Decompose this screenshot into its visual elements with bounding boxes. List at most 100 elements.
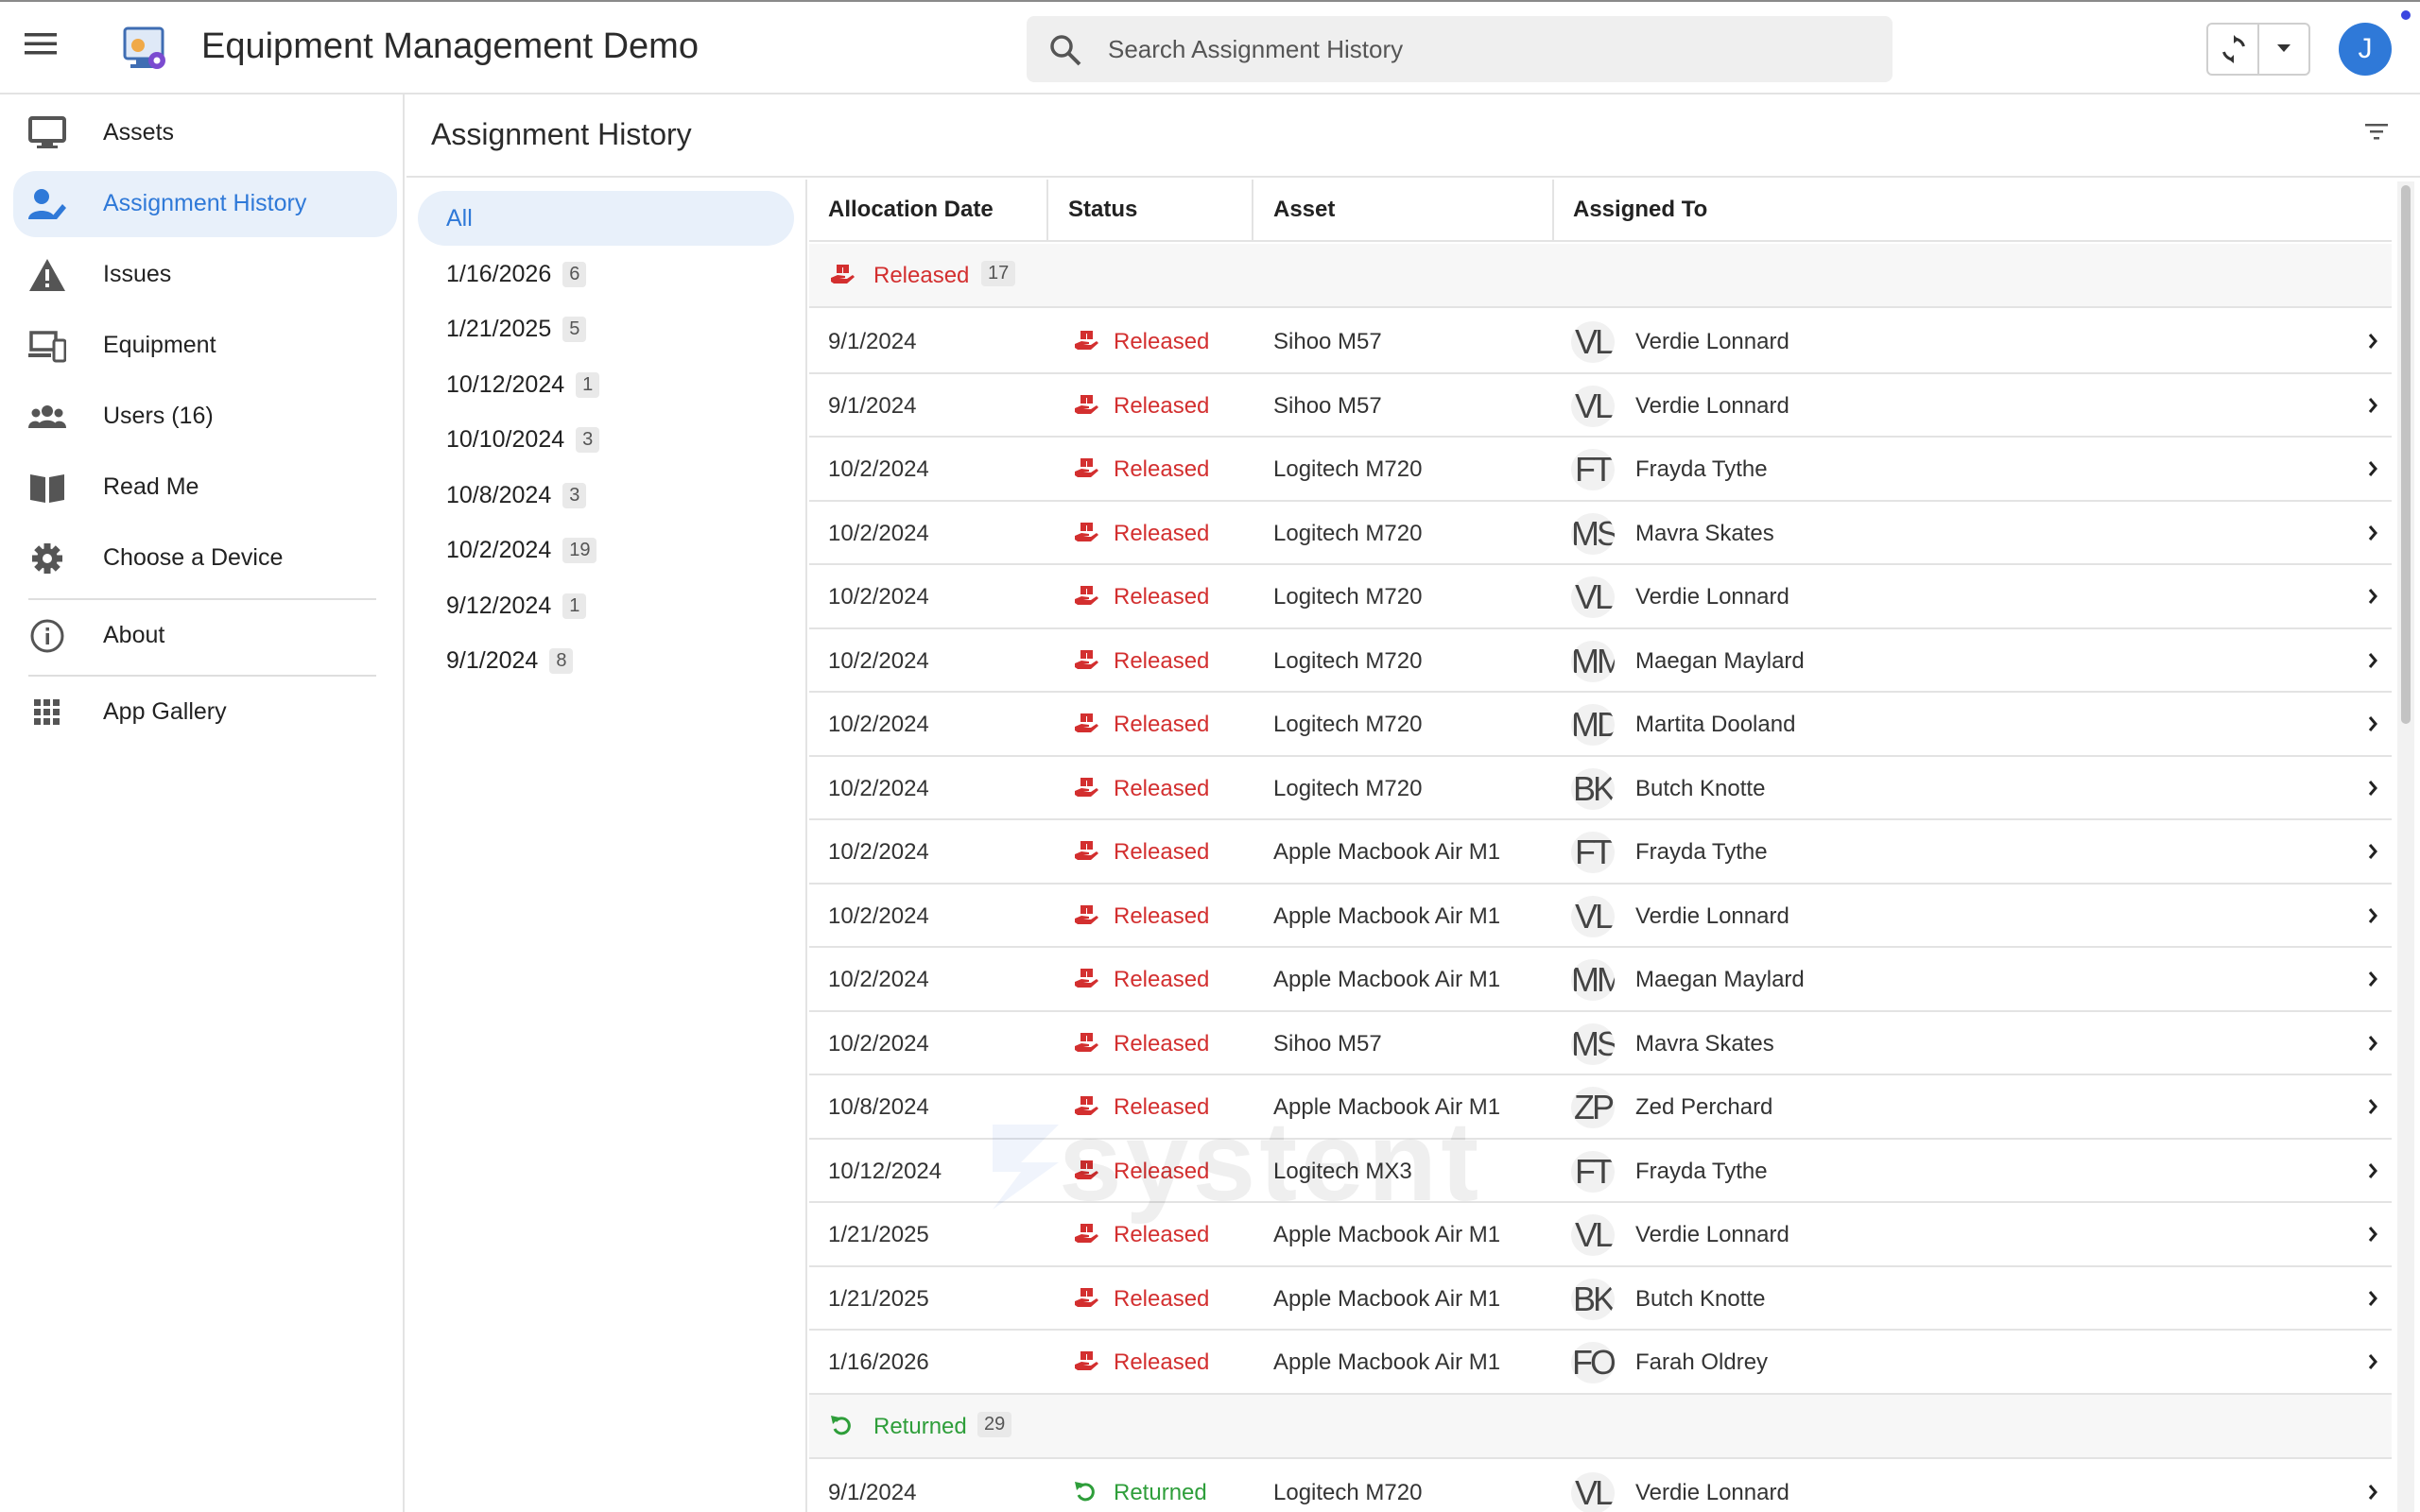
page-title: Assignment History bbox=[431, 117, 692, 151]
released-icon bbox=[1074, 776, 1098, 799]
chevron-right-icon[interactable] bbox=[2367, 333, 2378, 350]
table-header: Allocation Date Status Asset Assigned To bbox=[809, 180, 2392, 242]
asset-cell: Logitech MX3 bbox=[1273, 1158, 1412, 1184]
assigned-to-cell: Verdie Lonnard bbox=[1635, 584, 1789, 610]
group-item[interactable]: 1/16/2026 6 bbox=[418, 247, 794, 301]
assignment-table: Allocation Date Status Asset Assigned To… bbox=[809, 180, 2392, 1512]
sidebar-item-equipment[interactable]: Equipment bbox=[13, 313, 397, 379]
sidebar-item-issues[interactable]: Issues bbox=[13, 242, 397, 308]
column-header-status[interactable]: Status bbox=[1068, 197, 1137, 223]
status-group-header[interactable]: Returned 29 bbox=[809, 1394, 2392, 1459]
group-item[interactable]: 9/1/2024 8 bbox=[418, 633, 794, 688]
table-scrollbar[interactable] bbox=[2397, 181, 2414, 1512]
search-input[interactable] bbox=[1108, 16, 1864, 82]
group-item-all[interactable]: All bbox=[418, 191, 794, 246]
column-header-asset[interactable]: Asset bbox=[1273, 197, 1335, 223]
group-item[interactable]: 9/12/2024 1 bbox=[418, 578, 794, 633]
table-row[interactable]: 10/2/2024 Released Apple Macbook Air M1 VL V… bbox=[809, 885, 2392, 948]
chevron-right-icon[interactable] bbox=[2367, 1226, 2378, 1243]
app-title: Equipment Management Demo bbox=[201, 26, 699, 66]
returned-icon bbox=[830, 1414, 853, 1436]
chevron-right-icon[interactable] bbox=[2367, 907, 2378, 924]
table-row[interactable]: 1/16/2026 Released Apple Macbook Air M1 FO F… bbox=[809, 1331, 2392, 1395]
chevron-right-icon[interactable] bbox=[2367, 524, 2378, 541]
group-item[interactable]: 10/12/2024 1 bbox=[418, 357, 794, 412]
released-icon bbox=[1074, 329, 1098, 352]
assigned-to-cell: Maegan Maylard bbox=[1635, 647, 1805, 674]
column-header-date[interactable]: Allocation Date bbox=[828, 197, 994, 223]
group-item[interactable]: 1/21/2025 5 bbox=[418, 301, 794, 356]
chevron-right-icon[interactable] bbox=[2367, 1162, 2378, 1179]
hamburger-menu-icon[interactable] bbox=[25, 30, 72, 68]
scrollbar-thumb[interactable] bbox=[2401, 185, 2411, 724]
table-row[interactable]: 10/2/2024 Released Logitech M720 MM Maegan M… bbox=[809, 629, 2392, 693]
chevron-right-icon[interactable] bbox=[2367, 843, 2378, 860]
chevron-right-icon[interactable] bbox=[2367, 1353, 2378, 1370]
chevron-right-icon[interactable] bbox=[2367, 1035, 2378, 1052]
user-avatar[interactable]: J bbox=[2339, 23, 2392, 76]
asset-cell: Apple Macbook Air M1 bbox=[1273, 967, 1501, 992]
released-icon bbox=[1074, 1159, 1098, 1181]
sidebar-item-assets[interactable]: Assets bbox=[13, 100, 397, 166]
table-row[interactable]: 9/1/2024 Released Sihoo M57 VL Verdie Lonnar… bbox=[809, 374, 2392, 438]
chevron-right-icon[interactable] bbox=[2367, 971, 2378, 988]
status-cell: Returned bbox=[1114, 1479, 1207, 1505]
sidebar-item-label: Users (16) bbox=[103, 403, 214, 429]
table-row[interactable]: 10/2/2024 Released Logitech M720 FT Frayda T… bbox=[809, 438, 2392, 502]
table-row[interactable]: 10/2/2024 Released Logitech M720 MD Martita … bbox=[809, 693, 2392, 757]
table-row[interactable]: 10/2/2024 Released Logitech M720 VL Verdie L… bbox=[809, 565, 2392, 629]
chevron-right-icon[interactable] bbox=[2367, 652, 2378, 669]
table-row[interactable]: 10/8/2024 Released Apple Macbook Air M1 ZP Z… bbox=[809, 1075, 2392, 1140]
released-icon bbox=[1074, 584, 1098, 607]
sidebar-item-about[interactable]: About bbox=[13, 603, 397, 669]
notification-dot bbox=[2401, 10, 2411, 20]
group-item[interactable]: 10/2/2024 19 bbox=[418, 523, 794, 577]
chevron-right-icon[interactable] bbox=[2367, 460, 2378, 477]
chevron-right-icon[interactable] bbox=[2367, 1290, 2378, 1307]
sidebar-item-choose-device[interactable]: Choose a Device bbox=[13, 525, 397, 592]
sidebar-item-label: Choose a Device bbox=[103, 544, 284, 571]
sidebar-item-app-gallery[interactable]: App Gallery bbox=[13, 679, 397, 746]
filter-icon[interactable] bbox=[2363, 121, 2401, 153]
chevron-right-icon[interactable] bbox=[2367, 780, 2378, 797]
sidebar-item-assignment-history[interactable]: Assignment History bbox=[13, 171, 397, 237]
table-row[interactable]: 10/2/2024 Released Logitech M720 BK Butch Kn… bbox=[809, 757, 2392, 820]
table-row[interactable]: 10/2/2024 Released Apple Macbook Air M1 MM M… bbox=[809, 948, 2392, 1012]
table-row[interactable]: 1/21/2025 Released Apple Macbook Air M1 VL V… bbox=[809, 1203, 2392, 1267]
sync-button[interactable] bbox=[2208, 25, 2259, 74]
table-row[interactable]: 10/12/2024 Released Logitech MX3 FT Frayda T… bbox=[809, 1140, 2392, 1203]
sidebar-item-read-me[interactable]: Read Me bbox=[13, 455, 397, 521]
group-item[interactable]: 10/8/2024 3 bbox=[418, 468, 794, 523]
status-group-header[interactable]: Released 17 bbox=[809, 244, 2392, 308]
chevron-right-icon[interactable] bbox=[2367, 1484, 2378, 1501]
chevron-right-icon[interactable] bbox=[2367, 588, 2378, 605]
column-header-assigned-to[interactable]: Assigned To bbox=[1573, 197, 1707, 223]
assigned-to-cell: Zed Perchard bbox=[1635, 1094, 1773, 1120]
assigned-to-cell: Verdie Lonnard bbox=[1635, 902, 1789, 929]
asset-cell: Apple Macbook Air M1 bbox=[1273, 1222, 1501, 1247]
chevron-right-icon[interactable] bbox=[2367, 715, 2378, 732]
count-badge: 19 bbox=[562, 538, 597, 563]
users-icon bbox=[28, 405, 66, 428]
table-row[interactable]: 9/1/2024 Returned Logitech M720 VL Verdie Lo… bbox=[809, 1461, 2392, 1512]
assigned-to-cell: Verdie Lonnard bbox=[1635, 392, 1789, 419]
date-group-list: All 1/16/2026 6 1/21/2025 5 10/12/2024 1 10… bbox=[406, 180, 807, 1512]
sidebar-item-users[interactable]: Users (16) bbox=[13, 384, 397, 450]
table-row[interactable]: 10/2/2024 Released Apple Macbook Air M1 FT F… bbox=[809, 820, 2392, 885]
table-row[interactable]: 10/2/2024 Released Sihoo M57 MS Mavra Skates bbox=[809, 1012, 2392, 1075]
sidebar-divider bbox=[28, 675, 376, 677]
sync-dropdown-button[interactable] bbox=[2259, 25, 2310, 74]
table-row[interactable]: 9/1/2024 Released Sihoo M57 VL Verdie Lonnar… bbox=[809, 310, 2392, 374]
group-item[interactable]: 10/10/2024 3 bbox=[418, 412, 794, 467]
group-label: 9/1/2024 bbox=[446, 647, 539, 674]
book-icon bbox=[30, 474, 64, 503]
status-cell: Released bbox=[1114, 775, 1210, 801]
allocation-date-cell: 9/1/2024 bbox=[828, 1479, 917, 1505]
allocation-date-cell: 10/2/2024 bbox=[828, 902, 929, 929]
search-box[interactable] bbox=[1027, 16, 1893, 82]
status-cell: Released bbox=[1114, 392, 1210, 419]
table-row[interactable]: 1/21/2025 Released Apple Macbook Air M1 BK B… bbox=[809, 1267, 2392, 1331]
chevron-right-icon[interactable] bbox=[2367, 397, 2378, 414]
table-row[interactable]: 10/2/2024 Released Logitech M720 MS Mavra Sk… bbox=[809, 502, 2392, 565]
chevron-right-icon[interactable] bbox=[2367, 1098, 2378, 1115]
